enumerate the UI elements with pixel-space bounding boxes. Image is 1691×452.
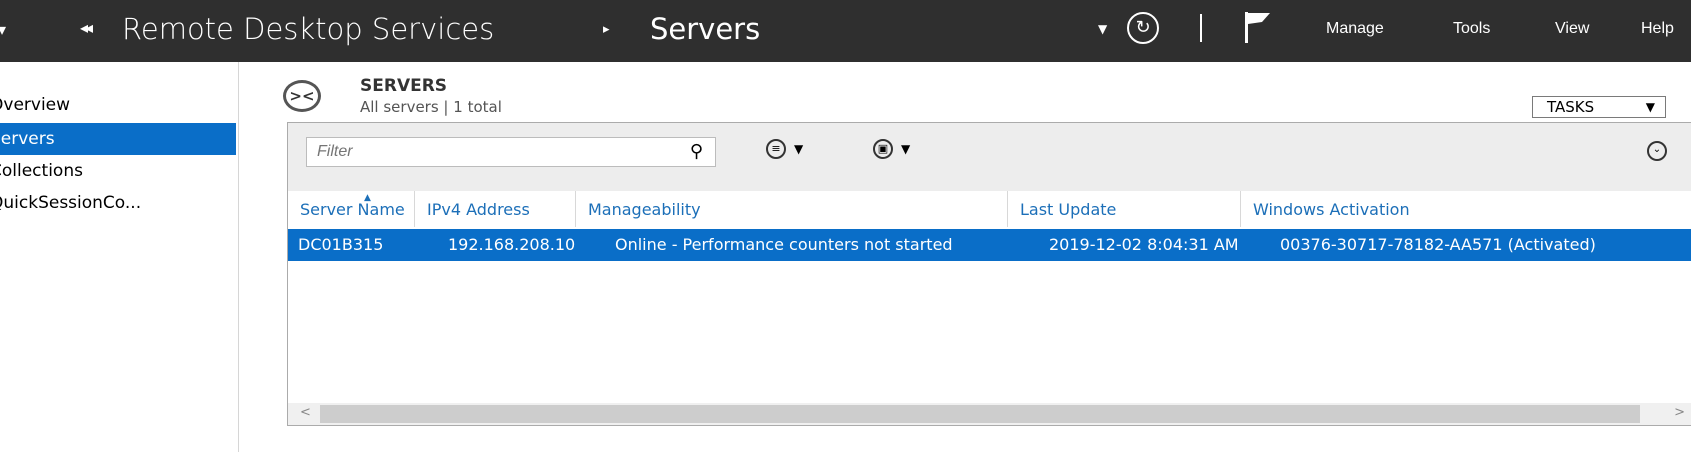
breadcrumb-current: Servers [650, 12, 761, 46]
notifications-flag-icon[interactable] [1242, 10, 1272, 44]
expand-icon[interactable]: ⌄ [1647, 141, 1667, 161]
tasks-button[interactable]: TASKS ▼ [1532, 96, 1666, 118]
cell-ipv4-address: 192.168.208.10 [448, 235, 576, 254]
panel-toolbar: ⚲ ≡▼ ▣▼ ⌄ [288, 123, 1691, 192]
horizontal-scrollbar[interactable]: < > [288, 403, 1691, 425]
table-header: ▲ Server Name IPv4 Address Manageability… [288, 191, 1691, 227]
breadcrumb-root[interactable]: Remote Desktop Services [122, 12, 494, 46]
column-ipv4-address[interactable]: IPv4 Address [414, 191, 575, 227]
cell-windows-activation: 00376-30717-78182-AA571 (Activated) [1280, 235, 1596, 254]
save-icon: ▣ [873, 139, 893, 159]
title-bar: ▾ ◂◂ Remote Desktop Services ▸ Servers ▼… [0, 0, 1691, 62]
nav-item-quicksession-collection[interactable]: QuickSessionCo... [0, 187, 236, 219]
scroll-right-icon[interactable]: > [1674, 405, 1685, 420]
toolbar-divider [1200, 14, 1202, 42]
scroll-left-icon[interactable]: < [300, 405, 311, 420]
table-row[interactable]: DC01B315 192.168.208.10 Online - Perform… [288, 229, 1691, 261]
chevron-down-icon: ▼ [901, 142, 911, 156]
scroll-thumb[interactable] [320, 405, 1640, 423]
section-subtitle: All servers | 1 total [360, 98, 502, 116]
nav-item-label: Collections [0, 161, 83, 181]
servers-icon: >< [283, 80, 321, 112]
section-title: SERVERS [360, 76, 448, 96]
nav-item-label: Overview [0, 95, 71, 115]
nav-item-label: QuickSessionCo... [0, 193, 142, 213]
cell-last-update: 2019-12-02 8:04:31 AM [1049, 235, 1239, 254]
servers-panel: ⚲ ≡▼ ▣▼ ⌄ ▲ Server Name IPv4 Address Man… [287, 122, 1691, 426]
menu-manage[interactable]: Manage [1326, 20, 1384, 38]
menu-view[interactable]: View [1555, 20, 1589, 38]
filter-box: ⚲ [306, 137, 716, 167]
nav-item-collections[interactable]: Collections [0, 155, 236, 187]
tasks-dropdown-icon: ▼ [1645, 100, 1655, 114]
nav-item-label: Servers [0, 129, 55, 149]
filter-input[interactable] [315, 138, 679, 166]
breadcrumb-separator-icon: ▸ [603, 22, 610, 37]
column-server-name[interactable]: Server Name [288, 191, 414, 227]
save-query-button[interactable]: ▣ ▼ [873, 139, 910, 159]
navigation-pane: Overview Servers Collections QuickSessio… [0, 62, 239, 452]
back-icon[interactable]: ◂◂ [80, 18, 93, 37]
search-icon[interactable]: ⚲ [690, 141, 703, 162]
menu-tools[interactable]: Tools [1453, 20, 1490, 38]
add-criteria-button[interactable]: ≡ ▼ [766, 139, 803, 159]
cell-server-name: DC01B315 [298, 235, 384, 254]
history-dropdown-icon[interactable]: ▾ [0, 20, 6, 39]
column-windows-activation[interactable]: Windows Activation [1240, 191, 1691, 227]
nav-item-overview[interactable]: Overview [0, 89, 236, 121]
nav-item-servers[interactable]: Servers [0, 123, 236, 155]
column-manageability[interactable]: Manageability [575, 191, 1007, 227]
column-last-update[interactable]: Last Update [1007, 191, 1240, 227]
cell-manageability: Online - Performance counters not starte… [615, 235, 953, 254]
chevron-down-icon: ▼ [794, 142, 804, 156]
list-icon: ≡ [766, 139, 786, 159]
tasks-label: TASKS [1547, 98, 1595, 116]
menu-help[interactable]: Help [1641, 20, 1674, 38]
refresh-icon[interactable]: ↻ [1127, 12, 1159, 44]
breadcrumb-dropdown-icon[interactable]: ▼ [1098, 22, 1107, 36]
